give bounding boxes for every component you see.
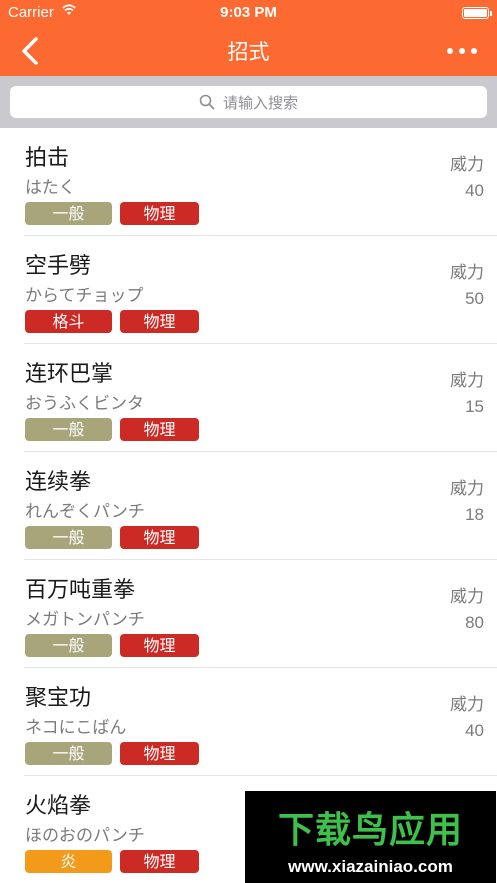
category-badge: 物理 (120, 526, 199, 549)
more-dot (447, 48, 453, 54)
power-value: 40 (465, 181, 484, 200)
move-kana: からてチョップ (25, 286, 144, 306)
list-item[interactable]: 聚宝功 ネコにこばん 一般 物理 威力 40 (0, 668, 497, 776)
move-name: 空手劈 (25, 254, 92, 279)
move-name: 聚宝功 (25, 686, 92, 711)
app-header: Carrier 9:03 PM 招式 (0, 0, 497, 76)
search-bar: 请输入搜索 (0, 76, 497, 128)
power-value: 15 (465, 397, 484, 416)
power-label: 威力 (450, 263, 484, 283)
search-icon (199, 94, 215, 110)
more-dot (459, 48, 465, 54)
move-name: 连续拳 (25, 470, 92, 495)
list-item[interactable]: 连续拳 れんぞくパンチ 一般 物理 威力 18 (0, 452, 497, 560)
power-value: 18 (465, 505, 484, 524)
type-badge: 一般 (25, 526, 112, 549)
watermark-title: 下载鸟应用 (277, 810, 463, 851)
move-kana: ほのおのパンチ (25, 826, 145, 846)
category-badge: 物理 (120, 850, 199, 873)
move-name: 火焰拳 (25, 794, 92, 819)
list-item[interactable]: 拍击 はたく 一般 物理 威力 40 (0, 128, 497, 236)
power-label: 威力 (450, 587, 484, 607)
move-list: 拍击 はたく 一般 物理 威力 40 空手劈 からてチョップ 格斗 物理 威力 … (0, 128, 497, 883)
list-item[interactable]: 百万吨重拳 メガトンパンチ 一般 物理 威力 80 (0, 560, 497, 668)
move-name: 百万吨重拳 (25, 578, 136, 603)
list-item[interactable]: 连环巴掌 おうふくビンタ 一般 物理 威力 15 (0, 344, 497, 452)
page-title: 招式 (227, 40, 270, 64)
power-label: 威力 (450, 695, 484, 715)
move-kana: れんぞくパンチ (25, 502, 145, 522)
move-name: 拍击 (25, 146, 70, 171)
power-value: 80 (465, 613, 484, 632)
category-badge: 物理 (120, 310, 199, 333)
more-button[interactable] (439, 38, 485, 64)
battery-icon (462, 7, 492, 19)
status-bar: Carrier 9:03 PM (0, 0, 497, 26)
watermark-url: www.xiazainiao.com (288, 857, 453, 876)
category-badge: 物理 (120, 634, 199, 657)
type-badge: 一般 (25, 742, 112, 765)
more-dot (471, 48, 477, 54)
power-value: 50 (465, 289, 484, 308)
nav-bar: 招式 (0, 26, 497, 76)
move-kana: おうふくビンタ (25, 394, 144, 414)
chevron-left-icon (22, 37, 38, 65)
power-label: 威力 (450, 479, 484, 499)
type-badge: 一般 (25, 202, 112, 225)
type-badge: 一般 (25, 418, 112, 441)
back-button[interactable] (14, 32, 54, 70)
watermark-logo: 下载鸟应用 www.xiazainiao.com (245, 791, 496, 883)
search-input[interactable]: 请输入搜索 (10, 86, 487, 118)
type-badge: 炎 (25, 850, 112, 873)
status-time: 9:03 PM (220, 4, 277, 21)
move-kana: ネコにこばん (25, 718, 127, 738)
search-placeholder: 请输入搜索 (222, 93, 298, 112)
category-badge: 物理 (120, 202, 199, 225)
move-kana: はたく (25, 178, 76, 198)
move-name: 连环巴掌 (25, 362, 114, 387)
type-badge: 一般 (25, 634, 112, 657)
power-label: 威力 (450, 371, 484, 391)
category-badge: 物理 (120, 418, 199, 441)
list-item[interactable]: 空手劈 からてチョップ 格斗 物理 威力 50 (0, 236, 497, 344)
type-badge: 格斗 (25, 310, 112, 333)
power-label: 威力 (450, 155, 484, 175)
move-kana: メガトンパンチ (25, 610, 145, 630)
category-badge: 物理 (120, 742, 199, 765)
power-value: 40 (465, 721, 484, 740)
